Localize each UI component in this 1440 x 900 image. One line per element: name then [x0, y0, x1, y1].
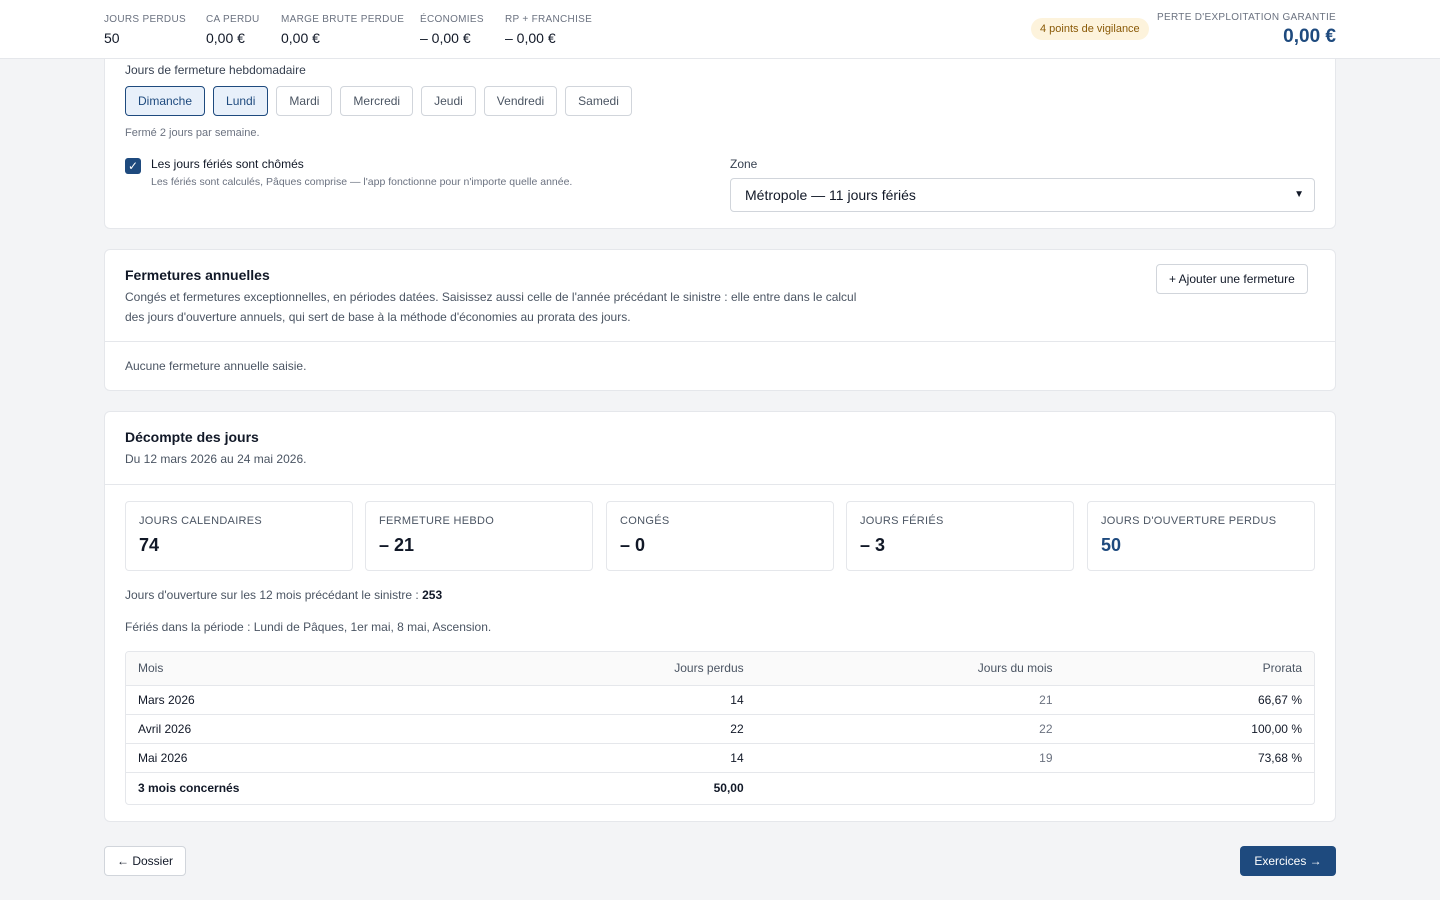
stat-label: JOURS CALENDAIRES: [139, 515, 263, 527]
total-value: 50,00: [713, 780, 744, 795]
ouverture-text: Jours d'ouverture sur les 12 mois précéd…: [125, 588, 423, 602]
zone-select-value: Métropole — 11 jours fériés: [745, 187, 916, 203]
holidays-checkbox[interactable]: ✓: [125, 158, 141, 174]
table-cell: [1065, 772, 1315, 803]
empty-annual-closures: Aucune fermeture annuelle saisie.: [125, 359, 307, 373]
ouverture-12-mois: Jours d'ouverture sur les 12 mois précéd…: [125, 585, 442, 605]
metric-value: 0,00 €: [206, 30, 245, 46]
table-row: Avril 2026 22 22 100,00 %: [126, 714, 1314, 744]
metric-label: MARGE BRUTE PERDUE: [281, 14, 405, 25]
metric-jours-perdus: JOURS PERDUS 50: [104, 14, 186, 46]
next-exercices-button[interactable]: Exercices →: [1240, 846, 1336, 876]
description-line: des jours d'ouverture annuels, qui sert …: [125, 310, 631, 324]
metric-value: – 0,00 €: [505, 30, 556, 46]
day-jeudi-button[interactable]: Jeudi: [421, 86, 476, 116]
divider: [105, 484, 1335, 485]
perte-value: 0,00 €: [1283, 26, 1336, 47]
table-cell: 22: [423, 714, 756, 744]
ouverture-value: 253: [422, 588, 443, 602]
stat-value: 50: [1101, 535, 1122, 555]
zone-select[interactable]: Métropole — 11 jours fériés ▼: [730, 178, 1315, 212]
table-cell: 21: [755, 685, 1065, 715]
monthly-table: Mois Jours perdus Jours du mois Prorata …: [125, 651, 1315, 805]
vigilance-badge[interactable]: 4 points de vigilance: [1031, 18, 1149, 40]
closed-days-hint: Fermé 2 jours par semaine.: [125, 127, 260, 139]
metric-marge-brute: MARGE BRUTE PERDUE 0,00 €: [281, 14, 404, 46]
summary-bar: JOURS PERDUS 50 CA PERDU 0,00 € MARGE BR…: [0, 0, 1440, 59]
stat-value: – 21: [379, 535, 415, 555]
perte-exploitation: PERTE D'EXPLOITATION GARANTIE 0,00 €: [1157, 12, 1336, 48]
metric-economies: ÉCONOMIES – 0,00 €: [420, 14, 484, 46]
day-vendredi-button[interactable]: Vendredi: [483, 86, 558, 116]
annual-closures-card: Fermetures annuelles Congés et fermeture…: [104, 249, 1336, 391]
stat-label: FERMETURE HEBDO: [379, 515, 495, 527]
stat-label: CONGÉS: [620, 515, 670, 527]
table-cell: Mars 2026: [126, 685, 423, 715]
total-label: 3 mois concernés: [138, 780, 240, 795]
column-header: Jours du mois: [755, 652, 1065, 686]
column-header: Prorata: [1064, 652, 1314, 686]
table-cell: Mai 2026: [126, 743, 423, 773]
stat-jours-feries: JOURS FÉRIÉS – 3: [846, 501, 1074, 571]
weekly-closure-card: Jours de fermeture hebdomadaire Dimanche…: [104, 40, 1336, 229]
divider: [105, 341, 1335, 342]
table-row: Mai 2026 14 19 73,68 %: [126, 743, 1314, 773]
description-line: Congés et fermetures exceptionnelles, en…: [125, 290, 857, 304]
stat-conges: CONGÉS – 0: [606, 501, 834, 571]
metric-label: JOURS PERDUS: [104, 14, 186, 25]
column-header: Jours perdus: [423, 652, 756, 686]
day-count-title: Décompte des jours: [125, 429, 259, 445]
annual-closures-title: Fermetures annuelles: [125, 267, 270, 283]
check-icon: ✓: [127, 159, 139, 173]
day-count-card: Décompte des jours Du 12 mars 2026 au 24…: [104, 411, 1336, 822]
zone-label: Zone: [730, 157, 758, 171]
stat-label: JOURS D'OUVERTURE PERDUS: [1101, 515, 1277, 527]
table-cell: 100,00 %: [1064, 714, 1314, 744]
day-dimanche-button[interactable]: Dimanche: [125, 86, 206, 116]
annual-closures-description: Congés et fermetures exceptionnelles, en…: [125, 287, 945, 327]
stat-label: JOURS FÉRIÉS: [860, 515, 944, 527]
day-count-period: Du 12 mars 2026 au 24 mai 2026.: [125, 452, 307, 466]
table-cell: 66,67 %: [1064, 685, 1314, 715]
table-cell: 14: [423, 743, 756, 773]
holidays-hint: Les fériés sont calculés, Pâques compris…: [151, 176, 573, 188]
day-mercredi-button[interactable]: Mercredi: [340, 86, 414, 116]
table-cell: 73,68 %: [1064, 743, 1314, 773]
metric-value: 0,00 €: [281, 30, 320, 46]
stat-value: – 3: [860, 535, 886, 555]
stat-value: – 0: [620, 535, 646, 555]
table-cell: [756, 772, 1065, 803]
weekly-closure-title: Jours de fermeture hebdomadaire: [125, 63, 306, 77]
metric-value: 50: [104, 30, 120, 46]
day-lundi-button[interactable]: Lundi: [213, 86, 269, 116]
table-total-row: 3 mois concernés 50,00: [126, 772, 1314, 803]
add-closure-button[interactable]: + Ajouter une fermeture: [1156, 264, 1308, 294]
day-samedi-button[interactable]: Samedi: [565, 86, 632, 116]
weekday-selector: Dimanche Lundi Mardi Mercredi Jeudi Vend…: [125, 86, 632, 116]
metric-label: ÉCONOMIES: [420, 14, 484, 25]
metric-value: – 0,00 €: [420, 30, 471, 46]
table-row: Mars 2026 14 21 66,67 %: [126, 685, 1314, 715]
holidays-checkbox-label[interactable]: Les jours fériés sont chômés: [151, 157, 304, 171]
table-cell: 19: [755, 743, 1065, 773]
table-cell: 22: [755, 714, 1065, 744]
feries-periode: Fériés dans la période : Lundi de Pâques…: [125, 620, 492, 634]
stat-value: 74: [139, 535, 160, 555]
metric-label: RP + FRANCHISE: [505, 14, 593, 25]
table-header-row: Mois Jours perdus Jours du mois Prorata: [126, 652, 1314, 686]
day-mardi-button[interactable]: Mardi: [276, 86, 333, 116]
metric-label: CA PERDU: [206, 14, 260, 25]
metric-rp-franchise: RP + FRANCHISE – 0,00 €: [505, 14, 592, 46]
table-cell: 14: [423, 685, 756, 715]
metric-ca-perdu: CA PERDU 0,00 €: [206, 14, 260, 46]
stat-jours-calendaires: JOURS CALENDAIRES 74: [125, 501, 353, 571]
column-header: Mois: [126, 652, 423, 686]
stat-jours-ouverture-perdus: JOURS D'OUVERTURE PERDUS 50: [1087, 501, 1315, 571]
stat-fermeture-hebdo: FERMETURE HEBDO – 21: [365, 501, 593, 571]
back-dossier-button[interactable]: ← Dossier: [104, 846, 187, 876]
table-cell: Avril 2026: [126, 714, 423, 744]
perte-label: PERTE D'EXPLOITATION GARANTIE: [1157, 12, 1336, 23]
chevron-down-icon: ▼: [1294, 189, 1304, 200]
